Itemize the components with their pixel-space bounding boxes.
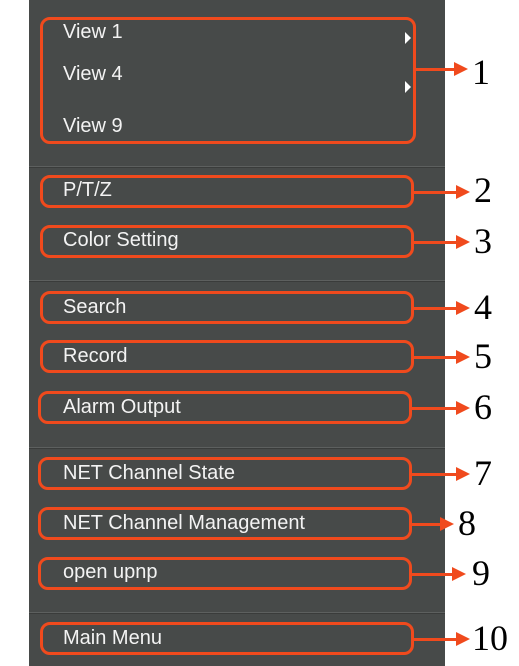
callout-arrow-icon <box>456 185 470 199</box>
callout-arrow-line <box>414 638 458 641</box>
menu-separator <box>29 167 445 168</box>
highlight-box-net-channel-state <box>38 457 412 490</box>
callout-arrow-icon <box>456 401 470 415</box>
callout-number: 10 <box>472 618 508 658</box>
callout-number: 6 <box>474 387 492 427</box>
highlight-box-search <box>40 291 414 324</box>
highlight-box-open-upnp <box>38 557 412 590</box>
callout-arrow-icon <box>454 62 468 76</box>
menu-separator <box>29 281 445 282</box>
callout-arrow-line <box>414 191 458 194</box>
callout-arrow-line <box>414 307 458 310</box>
menu-separator <box>29 613 445 614</box>
callout-arrow-icon <box>456 301 470 315</box>
callout-arrow-icon <box>452 567 466 581</box>
callout-arrow-line <box>412 573 454 576</box>
highlight-box-views <box>40 17 416 144</box>
callout-arrow-icon <box>456 632 470 646</box>
callout-arrow-line <box>414 241 458 244</box>
callout-arrow-icon <box>456 350 470 364</box>
callout-number: 3 <box>474 221 492 261</box>
callout-arrow-line <box>416 68 456 71</box>
callout-arrow-line <box>412 473 458 476</box>
callout-arrow-line <box>414 356 458 359</box>
callout-number: 2 <box>474 170 492 210</box>
callout-arrow-icon <box>440 517 454 531</box>
callout-arrow-line <box>412 407 458 410</box>
menu-separator <box>29 448 445 449</box>
callout-number: 7 <box>474 453 492 493</box>
callout-number: 5 <box>474 336 492 376</box>
callout-arrow-icon <box>456 235 470 249</box>
highlight-box-ptz <box>40 175 414 208</box>
callout-arrow-line <box>412 523 442 526</box>
callout-number: 9 <box>472 553 490 593</box>
callout-number: 1 <box>472 52 490 92</box>
highlight-box-main-menu <box>40 622 414 655</box>
highlight-box-color-setting <box>40 225 414 258</box>
callout-arrow-icon <box>456 467 470 481</box>
callout-number: 8 <box>458 503 476 543</box>
highlight-box-record <box>40 340 414 373</box>
highlight-box-alarm-output <box>38 391 412 424</box>
callout-number: 4 <box>474 287 492 327</box>
highlight-box-net-channel-management <box>38 507 412 540</box>
